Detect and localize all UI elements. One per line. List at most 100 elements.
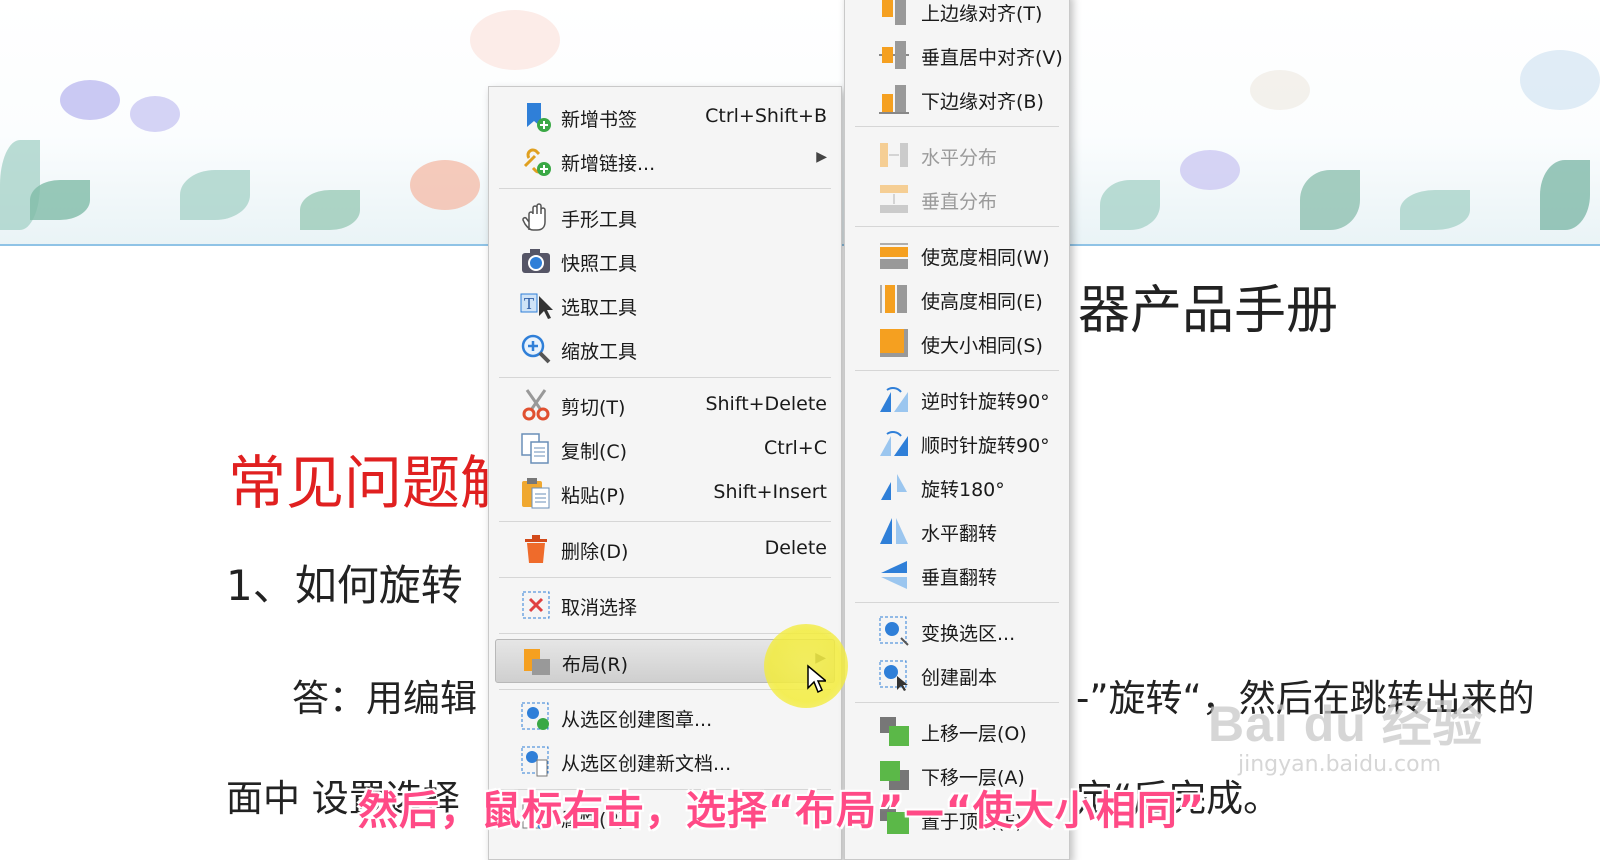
menu-item-create-document[interactable]: 从选区创建新文档...: [495, 739, 835, 781]
document-title: 器产品手册: [1078, 281, 1339, 341]
rotate-ccw-icon: [880, 387, 908, 412]
submenu-item-label: 垂直翻转: [921, 567, 998, 589]
submenu-item-bring-forward[interactable]: 上移一层(O): [851, 709, 1063, 751]
flip-vertical-icon: [881, 561, 907, 589]
distribute-horizontal-icon: [880, 143, 908, 167]
menu-item-label: 快照工具: [561, 253, 638, 275]
distribute-vertical-icon: [880, 185, 908, 213]
submenu-item-transform-selection[interactable]: 变换选区...: [851, 609, 1063, 651]
faq-heading: 常见问题解: [228, 449, 519, 517]
menu-item-label: 取消选择: [561, 597, 638, 619]
context-menu: 新增书签 Ctrl+Shift+B 新增链接... ▶ 手形工具 快照工具 T …: [488, 86, 842, 860]
svg-text:T: T: [524, 295, 534, 313]
submenu-item-label: 变换选区...: [921, 623, 1016, 645]
menu-separator: [499, 188, 831, 189]
menu-item-hand-tool[interactable]: 手形工具: [495, 195, 835, 237]
submenu-item-label: 顺时针旋转90°: [921, 435, 1050, 457]
menu-item-label: 从选区创建图章...: [561, 709, 713, 731]
zoom-icon: [521, 334, 551, 364]
menu-separator: [855, 226, 1059, 227]
question-1: 1、如何旋转: [226, 561, 463, 610]
menu-item-label: 新增书签: [561, 109, 638, 131]
shortcut-label: Ctrl+C: [764, 437, 827, 459]
menu-separator: [499, 577, 831, 578]
menu-item-label: 选取工具: [561, 297, 638, 319]
layout-submenu: 上边缘对齐(T) 垂直居中对齐(V) 下边缘对齐(B) 水平分布 垂直分布 使宽…: [844, 0, 1070, 860]
submenu-item-label: 垂直居中对齐(V): [921, 47, 1063, 69]
menu-item-zoom-tool[interactable]: 缩放工具: [495, 327, 835, 369]
submenu-item-label: 旋转180°: [921, 479, 1005, 501]
bring-forward-icon: [880, 717, 909, 746]
submenu-item-rotate-cw[interactable]: 顺时针旋转90°: [851, 421, 1063, 463]
flip-horizontal-icon: [880, 518, 908, 544]
submenu-item-label: 水平分布: [921, 147, 998, 169]
submenu-item-label: 使大小相同(S): [921, 335, 1043, 357]
submenu-item-align-top[interactable]: 上边缘对齐(T): [851, 0, 1063, 31]
submenu-item-align-bottom[interactable]: 下边缘对齐(B): [851, 77, 1063, 119]
submenu-item-rotate-180[interactable]: 旋转180°: [851, 465, 1063, 507]
shortcut-label: Delete: [764, 537, 827, 559]
same-width-icon: [880, 243, 908, 269]
submenu-item-distribute-vertical[interactable]: 垂直分布: [851, 177, 1063, 219]
submenu-item-label: 下边缘对齐(B): [921, 91, 1044, 113]
menu-item-delete[interactable]: 删除(D) Delete: [495, 527, 835, 569]
menu-item-snapshot-tool[interactable]: 快照工具: [495, 239, 835, 281]
hand-icon: [522, 203, 546, 231]
shortcut-label: Shift+Delete: [705, 393, 827, 415]
menu-separator: [855, 370, 1059, 371]
menu-item-cut[interactable]: 剪切(T) Shift+Delete: [495, 383, 835, 425]
submenu-item-duplicate[interactable]: 创建副本: [851, 653, 1063, 695]
menu-separator: [855, 126, 1059, 127]
align-vcenter-icon: [879, 41, 909, 69]
menu-item-add-link[interactable]: 新增链接... ▶: [495, 139, 835, 181]
same-size-icon: [880, 329, 908, 357]
menu-item-paste[interactable]: 粘贴(P) Shift+Insert: [495, 471, 835, 513]
menu-item-label: 新增链接...: [561, 153, 656, 175]
shortcut-label: Ctrl+Shift+B: [705, 105, 827, 127]
rotate-180-icon: [881, 474, 907, 500]
menu-separator: [855, 602, 1059, 603]
menu-separator: [499, 521, 831, 522]
menu-item-select-tool[interactable]: T 选取工具: [495, 283, 835, 325]
submenu-item-label: 垂直分布: [921, 191, 998, 213]
menu-item-deselect[interactable]: 取消选择: [495, 583, 835, 625]
submenu-item-label: 逆时针旋转90°: [921, 391, 1050, 413]
submenu-item-label: 创建副本: [921, 667, 998, 689]
scissors-icon: [522, 389, 550, 421]
deselect-icon: [522, 591, 550, 619]
submenu-item-distribute-horizontal[interactable]: 水平分布: [851, 133, 1063, 175]
duplicate-icon: [879, 660, 908, 691]
submenu-item-flip-vertical[interactable]: 垂直翻转: [851, 553, 1063, 595]
submenu-item-flip-horizontal[interactable]: 水平翻转: [851, 509, 1063, 551]
copy-icon: [521, 433, 549, 464]
menu-item-add-bookmark[interactable]: 新增书签 Ctrl+Shift+B: [495, 95, 835, 137]
video-subtitle: 然后，鼠标右击，选择“布局”—“使大小相同”: [358, 788, 1206, 834]
layout-icon: [524, 649, 550, 675]
new-document-icon: [521, 746, 549, 777]
submenu-item-align-vcenter[interactable]: 垂直居中对齐(V): [851, 33, 1063, 75]
menu-item-label: 布局(R): [562, 654, 629, 676]
submenu-item-same-height[interactable]: 使高度相同(E): [851, 277, 1063, 319]
transform-selection-icon: [879, 616, 909, 646]
chevron-right-icon: ▶: [816, 149, 827, 165]
submenu-item-rotate-ccw[interactable]: 逆时针旋转90°: [851, 377, 1063, 419]
submenu-item-same-width[interactable]: 使宽度相同(W): [851, 233, 1063, 275]
menu-item-label: 从选区创建新文档...: [561, 753, 732, 775]
menu-item-label: 复制(C): [561, 441, 628, 463]
stamp-create-icon: [521, 702, 549, 730]
rotate-cw-icon: [880, 431, 908, 456]
bookmark-add-icon: [527, 103, 551, 132]
menu-item-label: 剪切(T): [561, 397, 626, 419]
menu-separator: [855, 702, 1059, 703]
link-add-icon: [523, 148, 551, 176]
align-top-icon: [882, 0, 906, 25]
menu-item-copy[interactable]: 复制(C) Ctrl+C: [495, 427, 835, 469]
submenu-item-label: 上移一层(O): [921, 723, 1027, 745]
submenu-item-same-size[interactable]: 使大小相同(S): [851, 321, 1063, 363]
submenu-item-label: 水平翻转: [921, 523, 998, 545]
menu-item-label: 粘贴(P): [561, 485, 626, 507]
paste-icon: [522, 478, 550, 509]
align-bottom-icon: [879, 85, 909, 114]
submenu-item-label: 使高度相同(E): [921, 291, 1043, 313]
mouse-cursor-icon: [807, 664, 826, 694]
